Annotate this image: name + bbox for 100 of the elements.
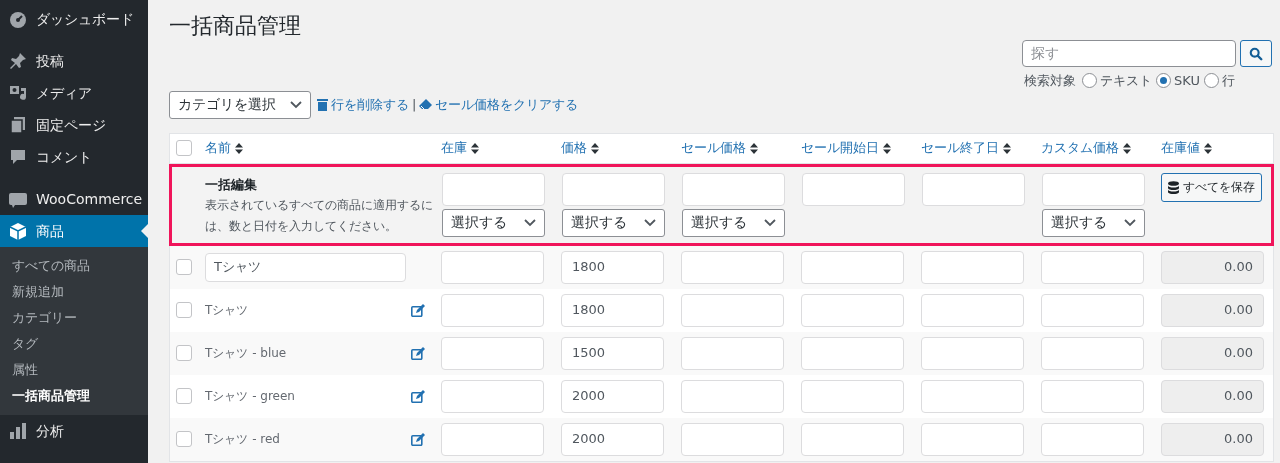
checkbox[interactable]: [175, 140, 192, 156]
input-field[interactable]: [562, 172, 665, 206]
input-field[interactable]: [921, 379, 1024, 413]
input-field[interactable]: [441, 293, 544, 327]
link-separator: |: [412, 95, 417, 114]
input-field[interactable]: [441, 379, 544, 413]
input-field[interactable]: [1041, 336, 1144, 370]
stock-value-field[interactable]: 0.00: [1161, 293, 1264, 327]
edit-icon[interactable]: [411, 432, 425, 446]
stock-value-field[interactable]: 0.00: [1161, 336, 1264, 370]
input-field[interactable]: [1041, 293, 1144, 327]
input-field[interactable]: [1041, 422, 1144, 456]
submenu-item[interactable]: 属性: [0, 357, 148, 383]
edit-icon[interactable]: [411, 346, 425, 360]
submenu-item[interactable]: 新規追加: [0, 279, 148, 305]
input-field[interactable]: [441, 250, 544, 284]
submenu-item[interactable]: カテゴリー: [0, 305, 148, 331]
column-header[interactable]: セール終了日: [921, 138, 1011, 158]
input-field[interactable]: 2000: [561, 422, 664, 456]
column-header[interactable]: セール開始日: [801, 138, 891, 158]
save-all-button[interactable]: すべてを保存: [1161, 172, 1262, 202]
chevron-down-icon: [290, 100, 302, 109]
product-name: Tシャツ: [205, 302, 249, 319]
input-field[interactable]: [801, 250, 904, 284]
pages-icon: [8, 115, 28, 135]
input-field[interactable]: 1800: [561, 293, 664, 327]
chevron-down-icon: [1124, 218, 1136, 227]
submenu-item[interactable]: 一括商品管理: [0, 383, 148, 409]
input-field[interactable]: 1800: [561, 250, 664, 284]
bulk-edit-description: 表示されているすべての商品に適用するには、数と日付を入力してください。: [205, 197, 434, 235]
input-field[interactable]: [1042, 172, 1145, 206]
sidebar-item[interactable]: 商品: [0, 215, 148, 247]
bulk-select[interactable]: 選択する: [562, 208, 665, 237]
input-field[interactable]: [681, 422, 784, 456]
input-field[interactable]: [801, 379, 904, 413]
input-field[interactable]: [1041, 250, 1144, 284]
delete-rows-link[interactable]: 行を削除する: [317, 94, 409, 115]
column-header[interactable]: 在庫値: [1161, 138, 1212, 158]
comment-bubble-icon: [8, 147, 28, 167]
input-field[interactable]: [442, 172, 545, 206]
input-field[interactable]: [682, 172, 785, 206]
input-field[interactable]: [801, 336, 904, 370]
bulk-select[interactable]: 選択する: [1042, 208, 1145, 237]
input-field[interactable]: [921, 293, 1024, 327]
input-field[interactable]: [801, 293, 904, 327]
sidebar-item[interactable]: コメント: [0, 141, 148, 173]
bulk-select[interactable]: 選択する: [682, 208, 785, 237]
sidebar-item[interactable]: メディア: [0, 77, 148, 109]
input-field[interactable]: [921, 250, 1024, 284]
radio-option[interactable]: SKU: [1156, 71, 1200, 91]
input-field[interactable]: [921, 336, 1024, 370]
input-field[interactable]: [921, 422, 1024, 456]
edit-icon[interactable]: [411, 389, 425, 403]
clear-sale-price-link[interactable]: セール価格をクリアする: [419, 94, 579, 115]
input-field[interactable]: [922, 172, 1025, 206]
input-field[interactable]: [681, 379, 784, 413]
stock-value-field[interactable]: 0.00: [1161, 250, 1264, 284]
sidebar-item[interactable]: 分析: [0, 415, 148, 447]
column-header[interactable]: 在庫: [441, 138, 479, 158]
name-input-field[interactable]: Tシャツ: [205, 252, 406, 282]
stock-value-field[interactable]: 0.00: [1161, 422, 1264, 456]
input-field[interactable]: [802, 172, 905, 206]
chevron-down-icon: [644, 218, 656, 227]
sidebar-item[interactable]: 固定ページ: [0, 109, 148, 141]
input-field[interactable]: [441, 422, 544, 456]
column-header[interactable]: セール価格: [681, 138, 758, 158]
category-select[interactable]: カテゴリを選択: [169, 90, 311, 119]
checkbox[interactable]: [175, 388, 192, 404]
checkbox[interactable]: [175, 259, 192, 275]
product-name: Tシャツ - green: [205, 388, 295, 405]
sidebar-item[interactable]: WooCommerce: [0, 183, 148, 215]
input-field[interactable]: 2000: [561, 379, 664, 413]
stock-value-field[interactable]: 0.00: [1161, 379, 1264, 413]
radio-option[interactable]: 行: [1203, 71, 1235, 91]
sort-icon: [471, 142, 479, 154]
media-icon: [8, 83, 28, 103]
checkbox[interactable]: [175, 302, 192, 318]
input-field[interactable]: [681, 293, 784, 327]
edit-icon[interactable]: [411, 303, 425, 317]
checkbox[interactable]: [175, 345, 192, 361]
column-header[interactable]: 名前: [205, 138, 243, 158]
input-field[interactable]: [801, 422, 904, 456]
bulk-edit-title: 一括編集: [205, 175, 258, 194]
input-field[interactable]: [441, 336, 544, 370]
submenu-item[interactable]: タグ: [0, 331, 148, 357]
input-field[interactable]: [681, 336, 784, 370]
checkbox[interactable]: [175, 431, 192, 447]
sidebar-item[interactable]: 投稿: [0, 45, 148, 77]
input-field[interactable]: 1500: [561, 336, 664, 370]
chevron-down-icon: [764, 218, 776, 227]
column-header[interactable]: カスタム価格: [1041, 138, 1131, 158]
submenu-item[interactable]: すべての商品: [0, 253, 148, 279]
input-field[interactable]: [681, 250, 784, 284]
input-field[interactable]: [1041, 379, 1144, 413]
current-pointer-icon: [141, 224, 148, 238]
search-button[interactable]: [1240, 40, 1272, 67]
bulk-select[interactable]: 選択する: [442, 208, 545, 237]
sidebar-item[interactable]: ダッシュボード: [0, 3, 148, 35]
column-header[interactable]: 価格: [561, 138, 599, 158]
radio-option[interactable]: テキスト: [1082, 71, 1152, 91]
